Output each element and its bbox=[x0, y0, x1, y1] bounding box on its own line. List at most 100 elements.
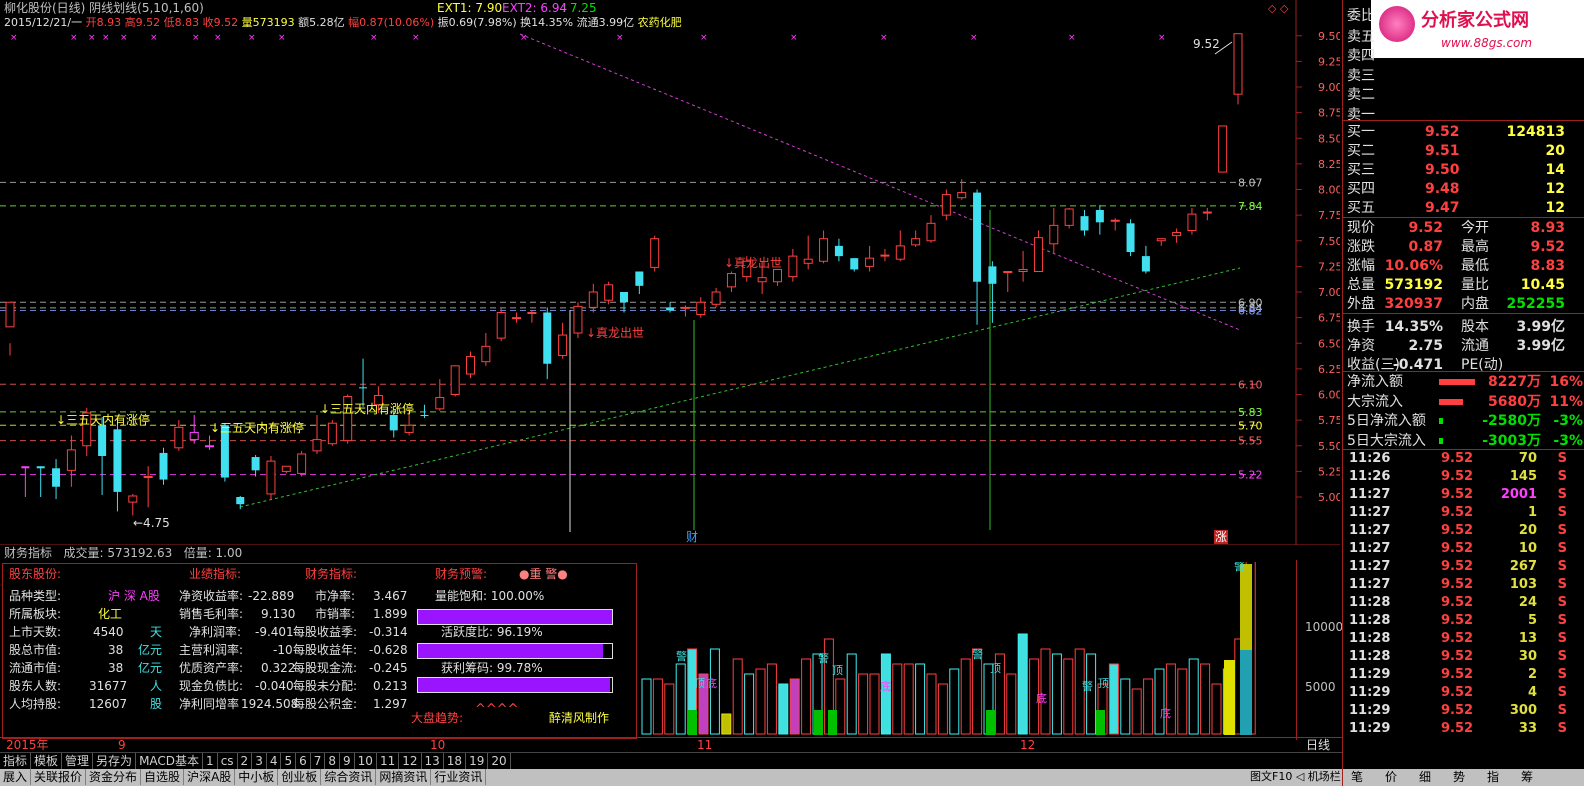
buy-row[interactable]: 买四 9.48 12 bbox=[1343, 179, 1584, 199]
volume-signal-label: 警 bbox=[1234, 562, 1245, 573]
price-chart[interactable]: × × × × × × × × × × × × × × × × × × × × 9.509.259.008.758.50… bbox=[0, 0, 1340, 545]
indicator-tab[interactable]: 11 bbox=[377, 753, 400, 769]
tick-row: 11:28 9.52 13 S bbox=[1343, 630, 1584, 648]
indicator-tab[interactable]: 3 bbox=[252, 753, 267, 769]
tick-row: 11:27 9.52 1 S bbox=[1343, 504, 1584, 522]
function-tab[interactable]: 网摘资讯 bbox=[376, 769, 432, 785]
fin-shareholder-header: 股东股份: bbox=[9, 567, 62, 581]
f10-button[interactable]: 图文F10 ◁ 机场栏 ▷ bbox=[1250, 770, 1353, 784]
level-label: 6.82 bbox=[1238, 304, 1263, 317]
indicator-tab[interactable]: 20 bbox=[488, 753, 511, 769]
tick-side: S bbox=[1557, 685, 1567, 700]
indicator-tab[interactable]: cs bbox=[218, 753, 238, 769]
fin-financial-header: 财务指标: bbox=[305, 567, 358, 581]
chart-options-icon[interactable]: ◇ ◇ bbox=[1268, 2, 1288, 16]
function-tab[interactable]: 沪深A股 bbox=[184, 769, 236, 785]
volume-bar bbox=[721, 713, 732, 735]
detail-tab[interactable]: 细 bbox=[1419, 770, 1431, 784]
open-label: 开8.93 bbox=[85, 16, 122, 29]
detail-tab[interactable]: 指 bbox=[1487, 770, 1499, 784]
tick-volume: 5 bbox=[1527, 613, 1537, 628]
detail-tab[interactable]: 势 bbox=[1453, 770, 1465, 784]
volume-saturation: 量能饱和: 100.00% bbox=[435, 589, 545, 603]
indicator-tab[interactable]: 13 bbox=[422, 753, 444, 769]
buy-row[interactable]: 买一 9.52 124813 bbox=[1343, 122, 1584, 142]
indicator-tab[interactable]: 4 bbox=[267, 753, 282, 769]
indicator-tab[interactable]: 模板 bbox=[31, 753, 63, 769]
function-tab[interactable]: 中小板 bbox=[235, 769, 279, 785]
fin-label: 主营利润率: bbox=[179, 643, 244, 657]
annotation-sanwu-2: ↓三五天内有涨停 bbox=[210, 421, 305, 435]
price-axis-label: 8.50 bbox=[1318, 132, 1340, 145]
limit-up-marker[interactable]: 涨 bbox=[1214, 530, 1229, 544]
indicator-tab[interactable]: 6 bbox=[296, 753, 311, 769]
tick-time: 11:27 bbox=[1349, 523, 1391, 538]
detail-tab[interactable]: 价 bbox=[1385, 770, 1397, 784]
fin-label: 股总市值: bbox=[9, 643, 62, 657]
volume-chart[interactable]: 警顶 底警顶底警顶底警 顶底警 bbox=[636, 562, 1296, 737]
indicator-tab[interactable]: 12 bbox=[399, 753, 422, 769]
indicator-tab[interactable]: 7 bbox=[311, 753, 326, 769]
function-tab[interactable]: 展入 bbox=[0, 769, 32, 785]
function-tab[interactable]: 资金分布 bbox=[86, 769, 142, 785]
indicator-tab[interactable]: 2 bbox=[238, 753, 253, 769]
tick-volume: 103 bbox=[1509, 577, 1537, 592]
fund-flow-row: 大宗流入 5680万 11% bbox=[1343, 392, 1584, 412]
function-tab[interactable]: 自选股 bbox=[141, 769, 185, 785]
top-marker: × bbox=[880, 33, 888, 43]
volume-bar bbox=[755, 668, 766, 735]
indicator-tab[interactable]: 10 bbox=[355, 753, 377, 769]
tick-price: 9.52 bbox=[1441, 469, 1474, 484]
price-axis-label: 5.50 bbox=[1318, 440, 1340, 453]
tick-side: S bbox=[1557, 469, 1567, 484]
detail-tab[interactable]: 筹 bbox=[1521, 770, 1533, 784]
volume-bar bbox=[744, 673, 755, 735]
fin-label: 销售毛利率: bbox=[179, 607, 244, 621]
fin-label: 每股收益季: bbox=[293, 625, 358, 639]
indicator-tab[interactable]: 另存为 bbox=[93, 753, 137, 769]
candle-body bbox=[236, 497, 245, 505]
indicator-tab[interactable]: 8 bbox=[325, 753, 341, 769]
period-label[interactable]: 日线 bbox=[1306, 738, 1330, 752]
buy-row[interactable]: 买三 9.50 14 bbox=[1343, 160, 1584, 180]
indicator-tab[interactable]: 1 bbox=[203, 753, 218, 769]
indicator-tab[interactable]: 5 bbox=[281, 753, 297, 769]
quote-value: 0.87 bbox=[1408, 239, 1443, 255]
sell-level-label: 卖四 bbox=[1347, 48, 1375, 65]
indicator-tab[interactable]: 19 bbox=[466, 753, 489, 769]
indicator-tab[interactable]: 指标 bbox=[0, 753, 32, 769]
candle-body bbox=[803, 258, 813, 264]
indicator-tab[interactable]: 9 bbox=[340, 753, 355, 769]
sell-row[interactable]: 卖五 bbox=[1343, 27, 1584, 47]
indicator-tab[interactable]: 管理 bbox=[62, 753, 94, 769]
tick-time: 11:26 bbox=[1349, 469, 1391, 484]
level-label: 8.07 bbox=[1238, 176, 1263, 189]
sub-chart-name[interactable]: 财务指标 bbox=[4, 546, 52, 560]
sell-row[interactable]: 卖四 bbox=[1343, 46, 1584, 66]
candle-body bbox=[819, 238, 829, 262]
fin-label: 上市天数: bbox=[9, 625, 62, 639]
fund-flow-value: 8227万 bbox=[1488, 374, 1541, 390]
sell-row[interactable]: 卖二 bbox=[1343, 85, 1584, 105]
volume-indicator bbox=[828, 710, 837, 735]
fin-label: 现金负债比: bbox=[179, 679, 244, 693]
buy-row[interactable]: 买五 9.47 12 bbox=[1343, 198, 1584, 218]
detail-tab[interactable]: 笔 bbox=[1351, 770, 1363, 784]
finance-event-marker[interactable]: 财 bbox=[686, 530, 698, 544]
buy-row[interactable]: 买二 9.51 20 bbox=[1343, 141, 1584, 161]
function-tab[interactable]: 关联报价 bbox=[31, 769, 87, 785]
function-tab[interactable]: 创业板 bbox=[278, 769, 322, 785]
tick-side: S bbox=[1557, 505, 1567, 520]
fin-label: 市销率: bbox=[315, 607, 356, 621]
function-tab[interactable]: 行业资讯 bbox=[431, 769, 487, 785]
indicator-tab[interactable]: MACD基本 bbox=[136, 753, 204, 769]
price-axis-label: 6.25 bbox=[1318, 363, 1340, 376]
candle-body bbox=[435, 397, 445, 410]
function-tab[interactable]: 综合资讯 bbox=[321, 769, 377, 785]
indicator-tab[interactable]: 18 bbox=[444, 753, 467, 769]
fin-value: 1.899 bbox=[373, 607, 408, 621]
buy-volume: 124813 bbox=[1506, 124, 1565, 140]
volume-bar bbox=[675, 663, 686, 735]
sell-row[interactable]: 卖三 bbox=[1343, 66, 1584, 86]
buy-level-label: 买五 bbox=[1347, 200, 1375, 216]
